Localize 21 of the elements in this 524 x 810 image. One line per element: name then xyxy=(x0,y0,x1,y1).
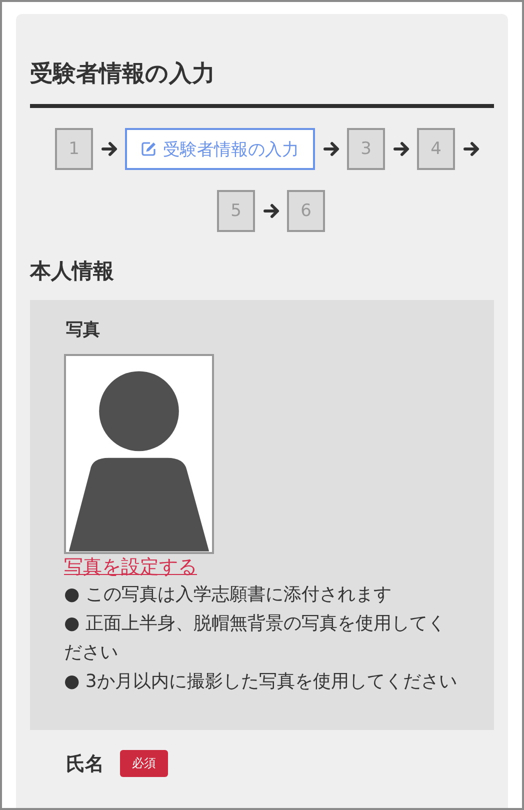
step-indicator: 5 xyxy=(217,190,255,232)
arrow-icon xyxy=(263,202,281,220)
arrow-icon xyxy=(463,140,481,158)
page-title: 受験者情報の入力 xyxy=(30,60,216,89)
arrow-icon xyxy=(101,140,119,158)
photo-note: ● この写真は入学志願書に添付されます xyxy=(64,583,392,607)
arrow-icon xyxy=(323,140,341,158)
step-indicator: 1 xyxy=(55,128,93,170)
edit-icon xyxy=(141,141,157,157)
step-indicator: 6 xyxy=(287,190,325,232)
set-photo-link[interactable]: 写真を設定する xyxy=(64,554,197,580)
step-indicator: 受験者情報の入力 xyxy=(125,128,315,170)
field-label: 氏名 xyxy=(66,752,104,776)
step-indicator: 4 xyxy=(417,128,455,170)
arrow-icon xyxy=(393,140,411,158)
photo-note: ● 正面上半身、脱帽無背景の写真を使用してください xyxy=(64,612,446,665)
section-heading: 本人情報 xyxy=(30,258,115,285)
field-label: 写真 xyxy=(66,319,101,342)
photo-note: ● 3か月以内に撮影した写真を使用してください xyxy=(64,670,458,694)
step-indicator: 3 xyxy=(347,128,385,170)
required-badge: 必須 xyxy=(120,750,168,777)
